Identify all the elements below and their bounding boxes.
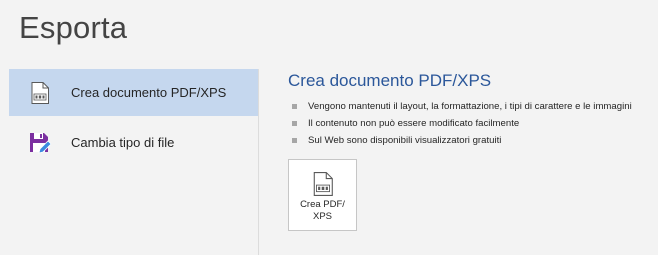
bullet-icon [292,121,297,126]
list-item: Il contenuto non può essere modificato f… [292,115,632,132]
list-item: Sul Web sono disponibili visualizzatori … [292,132,632,149]
feature-list: Vengono mantenuti il layout, la formatta… [292,98,632,149]
option-create-pdf-xps[interactable]: Crea documento PDF/XPS [9,69,258,116]
bullet-icon [292,138,297,143]
save-as-icon [29,130,51,156]
list-item-text: Il contenuto non può essere modificato f… [308,118,520,129]
pdf-document-icon [29,80,51,106]
detail-title: Crea documento PDF/XPS [288,71,492,90]
page-title: Esporta [19,10,128,45]
option-change-file-type[interactable]: Cambia tipo di file [9,119,258,166]
export-page: Esporta Crea documento PDF/XPS Cambia ti… [0,0,658,255]
button-label: Crea PDF/ XPS [300,199,345,222]
export-detail-pane: Crea documento PDF/XPS Vengono mantenuti… [259,69,658,255]
option-label: Crea documento PDF/XPS [71,85,227,100]
bullet-icon [292,104,297,109]
list-item-text: Sul Web sono disponibili visualizzatori … [308,135,502,146]
option-label: Cambia tipo di file [71,135,175,150]
list-item-text: Vengono mantenuti il layout, la formatta… [308,101,632,112]
pdf-document-icon [313,172,333,196]
create-pdf-xps-button[interactable]: Crea PDF/ XPS [288,159,357,231]
list-item: Vengono mantenuti il layout, la formatta… [292,98,632,115]
export-options-pane: Crea documento PDF/XPS Cambia tipo di fi… [9,69,258,255]
